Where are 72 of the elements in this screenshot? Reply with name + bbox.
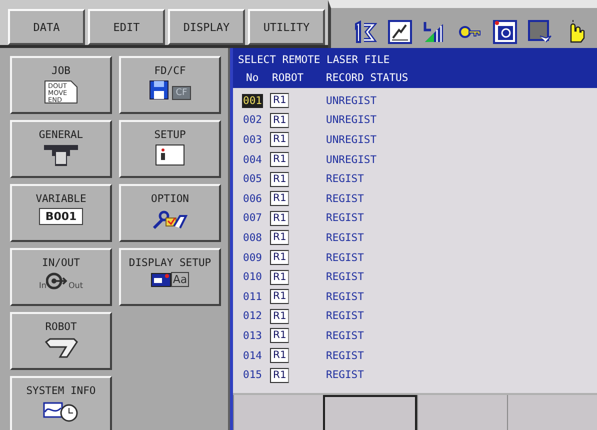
row-number[interactable]: 001 bbox=[242, 94, 263, 108]
robot-field: R1 bbox=[270, 152, 290, 168]
main-menu-button[interactable]: OPTION bbox=[119, 184, 221, 242]
record-status: UNREGIST bbox=[326, 154, 377, 166]
row-number[interactable]: 008 bbox=[242, 230, 263, 245]
robot-field: R1 bbox=[270, 270, 290, 285]
numbered-arrow-icon[interactable] bbox=[353, 20, 377, 44]
record-status: REGIST bbox=[326, 173, 364, 186]
row-number[interactable]: 014 bbox=[242, 348, 263, 363]
robot-field: R1 bbox=[270, 172, 290, 187]
setup-panel-icon bbox=[155, 144, 185, 166]
robot-field: R1 bbox=[270, 348, 290, 364]
row-number[interactable]: 010 bbox=[242, 270, 263, 284]
main-menu-button[interactable]: DISPLAY SETUP Aa bbox=[119, 248, 221, 306]
tools-icon bbox=[152, 208, 188, 230]
record-status: REGIST bbox=[326, 232, 364, 244]
monitor-icon[interactable] bbox=[493, 20, 517, 44]
main-menu-button[interactable]: GENERAL bbox=[10, 120, 112, 178]
menu-tab[interactable]: UTILITY bbox=[248, 9, 325, 45]
row-number[interactable]: 013 bbox=[242, 328, 263, 343]
row-number[interactable]: 007 bbox=[242, 211, 263, 226]
menu-tab[interactable]: EDIT bbox=[88, 9, 165, 45]
robot-field: R1 bbox=[270, 230, 290, 246]
record-status: REGIST bbox=[326, 330, 364, 342]
main-menu-button[interactable]: FD/CF CF bbox=[119, 56, 221, 114]
record-status: REGIST bbox=[326, 252, 364, 264]
main-menu-button[interactable]: ROBOT bbox=[10, 312, 112, 370]
main-menu-button[interactable]: SETUP bbox=[119, 120, 221, 178]
record-status: REGIST bbox=[326, 350, 364, 362]
robot-field: R1 bbox=[270, 93, 290, 108]
record-status: UNREGIST bbox=[326, 94, 377, 107]
main-menu-button[interactable]: VARIABLE B001 bbox=[10, 184, 112, 242]
editing-icon[interactable] bbox=[388, 20, 412, 44]
record-status: REGIST bbox=[326, 212, 364, 224]
record-status: REGIST bbox=[326, 290, 364, 303]
row-number[interactable]: 004 bbox=[242, 152, 263, 167]
robot-arm-icon bbox=[44, 336, 78, 358]
record-status: REGIST bbox=[326, 369, 364, 382]
robot-field: R1 bbox=[270, 328, 290, 344]
variable-field: B001 bbox=[39, 208, 83, 225]
record-status: REGIST bbox=[326, 310, 364, 322]
row-number[interactable]: 012 bbox=[242, 309, 263, 324]
menu-tab[interactable]: DATA bbox=[8, 9, 85, 45]
robot-field: R1 bbox=[270, 191, 290, 206]
row-number[interactable]: 006 bbox=[242, 192, 263, 206]
row-number[interactable]: 015 bbox=[242, 368, 263, 382]
record-status: REGIST bbox=[326, 192, 364, 205]
robot-field: R1 bbox=[270, 368, 290, 383]
column-header: No bbox=[245, 72, 260, 84]
main-menu-button[interactable]: SYSTEM INFO bbox=[10, 376, 112, 430]
panel-title: SELECT REMOTE LASER FILE bbox=[237, 53, 391, 68]
wave-clock-icon bbox=[43, 400, 79, 422]
record-status: UNREGIST bbox=[326, 134, 377, 146]
record-status: UNREGIST bbox=[326, 114, 377, 126]
robot-field: R1 bbox=[270, 112, 290, 128]
teach-pendant-icon bbox=[43, 144, 79, 166]
record-status: REGIST bbox=[326, 271, 364, 284]
column-header: ROBOT bbox=[271, 72, 305, 84]
column-header: RECORD STATUS bbox=[326, 72, 408, 84]
row-number[interactable]: 002 bbox=[242, 113, 263, 128]
row-number[interactable]: 005 bbox=[242, 172, 263, 186]
row-number[interactable]: 011 bbox=[242, 290, 263, 304]
robot-field: R1 bbox=[270, 210, 290, 226]
row-number[interactable]: 009 bbox=[242, 250, 263, 265]
robot-field: R1 bbox=[270, 250, 290, 266]
robot-field: R1 bbox=[270, 308, 290, 324]
function-key[interactable] bbox=[323, 395, 416, 430]
robot-field: R1 bbox=[270, 132, 290, 148]
main-menu-button[interactable]: IN/OUT In Out bbox=[10, 248, 112, 306]
robot-field: R1 bbox=[270, 289, 290, 304]
row-number[interactable]: 003 bbox=[242, 132, 263, 147]
menu-tab[interactable]: DISPLAY bbox=[168, 9, 245, 45]
